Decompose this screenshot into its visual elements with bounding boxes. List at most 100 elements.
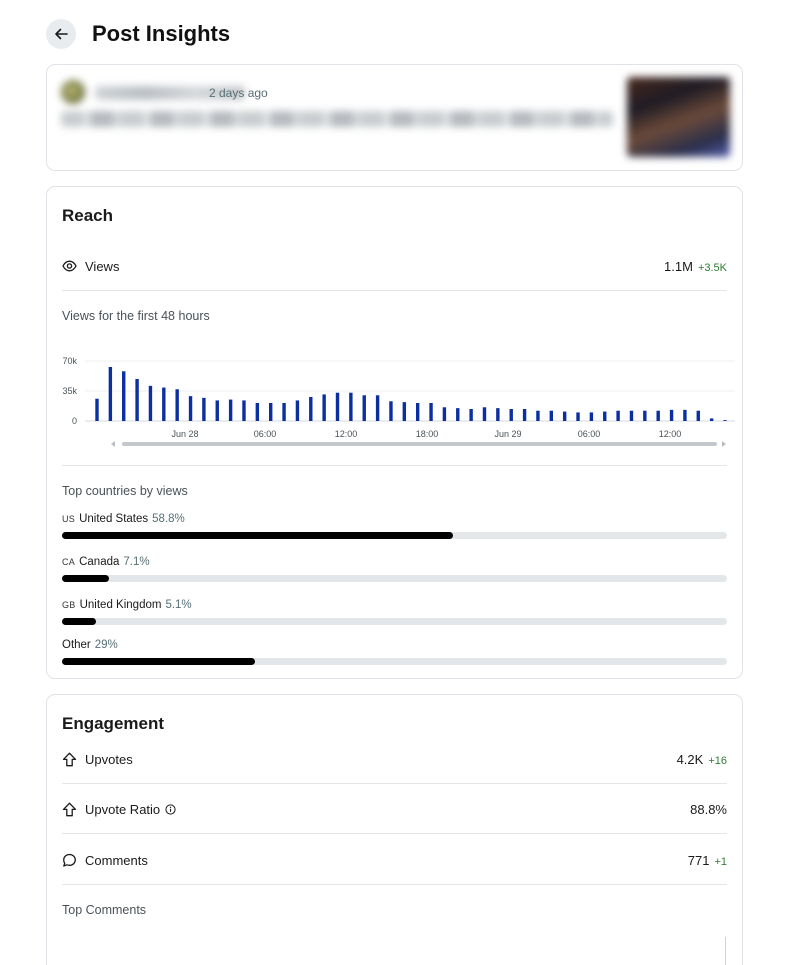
comments-delta: +1 — [714, 855, 727, 868]
country-row-ca: CA Canada 7.1% — [62, 556, 727, 582]
back-button[interactable] — [46, 19, 76, 49]
post-time: 2 days ago — [209, 86, 268, 100]
chart-bar — [375, 395, 380, 421]
chart-bar — [723, 420, 727, 421]
x-tick-label: 12:00 — [335, 429, 358, 439]
country-name: United Kingdom — [79, 599, 162, 611]
post-title-blurred — [61, 111, 613, 127]
page-header: Post Insights — [46, 18, 230, 50]
views-label: Views — [85, 258, 120, 274]
chart-bar — [228, 399, 233, 421]
chart-bar — [95, 398, 99, 421]
chart-bar — [669, 409, 674, 421]
x-tick-label: 06:00 — [578, 429, 601, 439]
country-name: United States — [79, 513, 149, 525]
views-row: Views 1.1M +3.5K — [62, 241, 727, 291]
chart-bar — [696, 410, 700, 421]
info-icon[interactable] — [165, 803, 176, 815]
chart-bar — [415, 403, 420, 421]
chart-bar — [656, 410, 660, 421]
chart-bar — [322, 394, 326, 421]
country-code: US — [62, 514, 76, 524]
author-avatar — [61, 80, 85, 104]
divider — [62, 465, 727, 466]
chart-bar — [108, 367, 113, 421]
views-chart: 0 35k 70k Jun 28 06:00 12:00 18:00 Jun 29 06:00 1… — [55, 347, 762, 457]
country-progress-fill — [62, 658, 255, 665]
chart-bar — [469, 409, 473, 421]
chart-bar — [643, 410, 647, 421]
chart-bar — [536, 410, 540, 421]
chart-bar — [442, 407, 447, 421]
chart-bar — [549, 410, 553, 421]
scrollbar[interactable] — [725, 937, 726, 965]
chart-bar — [215, 400, 219, 421]
divider — [62, 290, 727, 291]
country-code: CA — [62, 557, 76, 567]
chart-bar — [309, 397, 313, 421]
chart-bar — [509, 409, 513, 421]
chart-bar — [683, 409, 687, 421]
chart-scrollbar-thumb — [122, 442, 717, 446]
country-progress-track — [62, 532, 727, 539]
chart-bar — [362, 395, 366, 421]
chart-bar — [148, 385, 153, 421]
reach-title: Reach — [62, 206, 114, 225]
scroll-right-icon — [722, 441, 726, 447]
scroll-left-icon — [111, 441, 115, 447]
chart-bar — [709, 418, 714, 421]
x-tick-label: Jun 29 — [494, 429, 521, 439]
chart-bar — [402, 402, 407, 421]
chart-bar — [616, 410, 620, 421]
upvote-ratio-value: 88.8% — [690, 801, 727, 817]
chart-bar — [576, 412, 580, 421]
comments-label: Comments — [85, 852, 148, 868]
country-name: Other — [62, 639, 91, 651]
post-thumbnail — [627, 77, 730, 157]
engagement-title: Engagement — [62, 714, 165, 733]
chart-bar — [269, 403, 273, 421]
comments-row: Comments 771 +1 — [62, 835, 727, 885]
country-progress-fill — [62, 618, 96, 625]
chart-bar — [162, 387, 166, 421]
eye-icon — [62, 260, 77, 272]
chart-bar — [282, 403, 286, 421]
comments-value: 771 — [687, 852, 710, 868]
country-progress-track — [62, 618, 727, 625]
upvotes-label: Upvotes — [85, 751, 133, 767]
upvote-ratio-label: Upvote Ratio — [85, 801, 161, 817]
country-row-other: Other 29% — [62, 639, 727, 665]
chart-bar — [496, 408, 500, 421]
arrow-left-icon — [55, 28, 68, 40]
chart-bar — [562, 411, 567, 421]
comment-bubble-icon — [63, 853, 76, 867]
x-tick-label: 12:00 — [659, 429, 682, 439]
chart-bar — [335, 392, 340, 421]
country-progress-fill — [62, 532, 454, 539]
chart-bar — [589, 412, 594, 421]
chart-bar — [456, 408, 460, 421]
upvote-ratio-row: Upvote Ratio 88.8% — [62, 784, 727, 834]
country-name: Canada — [79, 556, 120, 568]
x-tick-label: 06:00 — [254, 429, 277, 439]
upvotes-delta: +16 — [708, 754, 727, 767]
views-delta: +3.5K — [697, 261, 727, 274]
chart-bar — [135, 379, 139, 421]
country-percent: 7.1% — [123, 556, 150, 568]
chart-bar — [122, 371, 126, 421]
upvote-arrow-icon — [62, 752, 77, 766]
y-tick-label: 0 — [72, 416, 77, 426]
y-tick-label: 70k — [62, 356, 77, 366]
y-tick-label: 35k — [62, 386, 77, 396]
divider — [62, 833, 727, 834]
country-percent: 58.8% — [152, 513, 185, 525]
country-row-us: US United States 58.8% — [62, 513, 727, 539]
views-value: 1.1M — [664, 258, 693, 274]
country-code: GB — [62, 600, 76, 610]
chart-bar — [255, 403, 260, 421]
chart-bar — [175, 389, 179, 421]
post-preview-card[interactable]: 2 days ago — [46, 64, 743, 171]
chart-title: Views for the first 48 hours — [62, 309, 210, 323]
country-progress-fill — [62, 575, 110, 582]
chart-bar — [603, 411, 607, 421]
